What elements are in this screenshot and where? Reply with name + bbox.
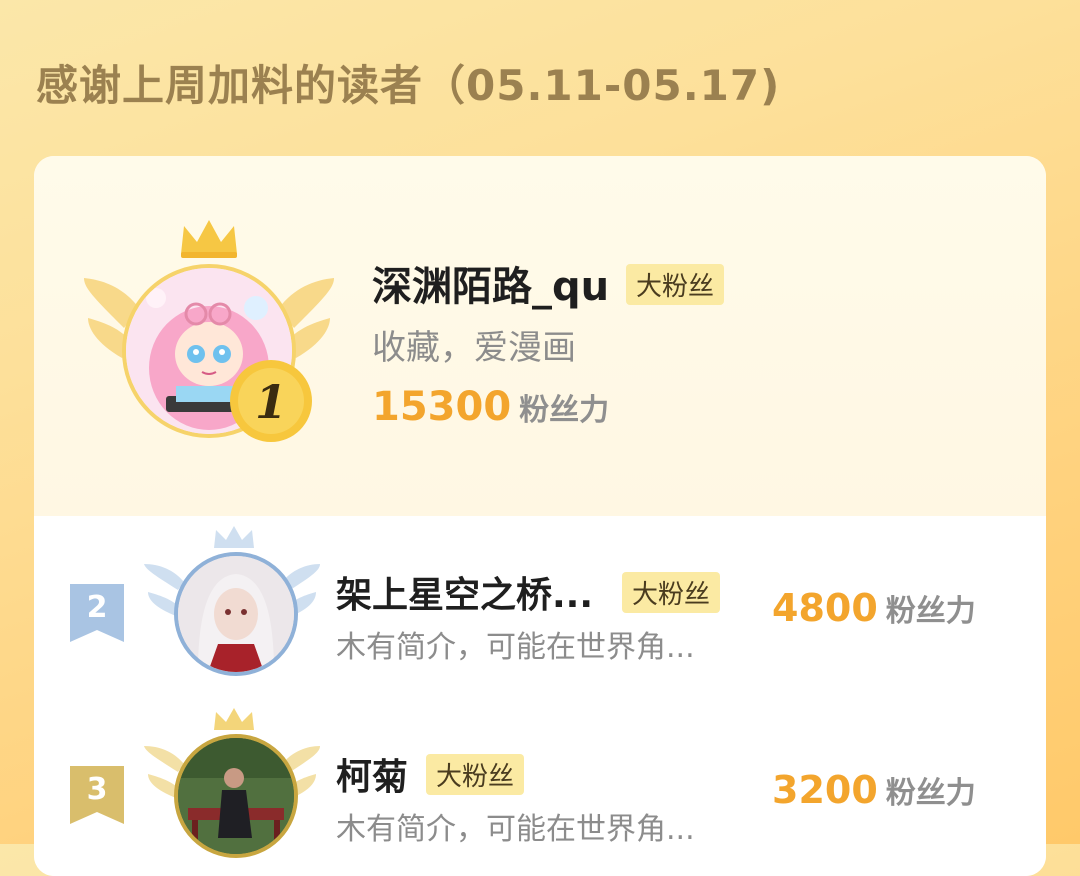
reader-name[interactable]: 柯菊 [336,748,408,800]
top-reader-bio: 收藏，爱漫画 [372,328,576,368]
reader-score: 3200 粉丝力 [772,768,976,812]
fan-power-unit: 粉丝力 [519,393,610,428]
top-reader-section[interactable]: 1 深渊陌路_qu 大粉丝 收藏，爱漫画 15300 粉丝力 [34,156,1046,516]
rank-medal-1: 1 [228,358,314,444]
top-reader-avatar-frame: 1 [84,218,334,458]
fan-power-unit: 粉丝力 [885,776,976,811]
reader-name[interactable]: 架上星空之桥... [336,566,593,618]
reader-ranking-card: 1 深渊陌路_qu 大粉丝 收藏，爱漫画 15300 粉丝力 2 架上星空之桥.… [34,156,1046,876]
fan-power-unit: 粉丝力 [885,594,976,629]
fan-level-badge: 大粉丝 [622,572,721,613]
list-item[interactable]: 3 柯菊 大粉丝 木有简介，可能在世界角... 3200 粉丝力 [34,708,1046,876]
page-title: 感谢上周加料的读者（05.11-05.17) [36,61,781,110]
crown-icon [214,526,254,548]
crown-icon [181,220,237,258]
avatar[interactable] [174,552,298,676]
reader-score: 4800 粉丝力 [772,586,976,630]
fan-power-value: 3200 [772,768,878,812]
crown-icon [214,708,254,730]
top-reader-name[interactable]: 深渊陌路_qu [372,254,609,312]
list-item[interactable]: 2 架上星空之桥... 大粉丝 木有简介，可能在世界角... 4800 粉丝力 [34,526,1046,696]
rank-ribbon-3: 3 [70,766,124,824]
avatar[interactable] [174,734,298,858]
rank-number: 2 [86,590,108,625]
avatar-frame [142,708,322,876]
rank-number: 3 [86,772,108,807]
fan-level-badge: 大粉丝 [626,264,725,305]
rank-ribbon-2: 2 [70,584,124,642]
fan-power-value: 15300 [372,384,512,430]
fan-power-value: 4800 [772,586,878,630]
reader-bio: 木有简介，可能在世界角... [336,812,695,847]
reader-bio: 木有简介，可能在世界角... [336,630,695,665]
avatar-frame [142,526,322,696]
rank-number: 1 [255,375,287,429]
fan-level-badge: 大粉丝 [426,754,525,795]
top-reader-score: 15300 粉丝力 [372,384,609,430]
